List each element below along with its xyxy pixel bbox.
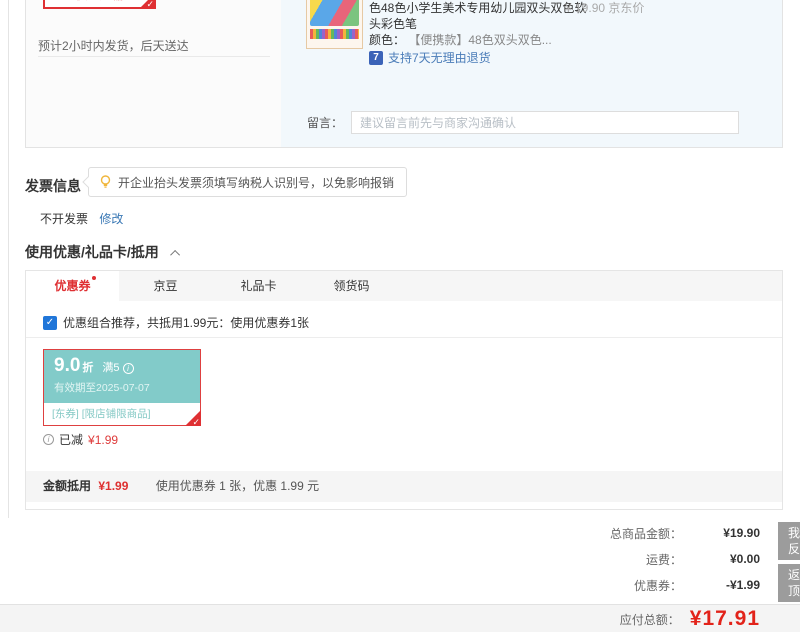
tab-pickup-code[interactable]: 领货码	[305, 271, 398, 301]
checkmark-icon: ✓	[146, 0, 154, 9]
tab-jingdou-label: 京豆	[153, 279, 178, 293]
summary-value: ¥1.99	[98, 479, 129, 493]
invoice-section-title: 发票信息	[25, 178, 81, 194]
tab-coupon[interactable]: 优惠券	[26, 271, 119, 301]
product-image-pens	[310, 29, 359, 39]
product-image[interactable]	[306, 0, 363, 49]
divider	[38, 56, 270, 57]
price-original: ¥ 19.90 京东价	[565, 1, 645, 15]
service-row: 7 支持7天无理由退货	[369, 49, 491, 66]
coupon-discount: 9.0	[54, 355, 81, 376]
coupon-card[interactable]: 9.0 折 满5 i 有效期至2025-07-07 [东券] [限店铺限商品] …	[43, 349, 201, 427]
total-row-coupon: 优惠券： -¥1.99	[460, 572, 760, 598]
shipping-column: 快递运输 ✓ 预计2小时内发货，后天送达	[26, 0, 281, 147]
tab-coupon-label: 优惠券	[54, 279, 91, 293]
total-value: ¥19.90	[723, 526, 760, 540]
collapse-icon[interactable]	[169, 249, 180, 260]
color-value: 【便携款】48色双头双色...	[408, 33, 552, 47]
reduced-value: ¥1.99	[88, 432, 119, 447]
total-row-freight: 运费： ¥0.00	[460, 546, 760, 572]
message-row: 留言：	[307, 111, 740, 134]
back-to-top-label: 返回顶部	[788, 568, 800, 598]
coupon-section-title: 使用优惠/礼品卡/抵用	[25, 242, 180, 262]
service-text: 支持7天无理由退货	[388, 51, 491, 65]
coupon-condition: 满5	[102, 362, 120, 374]
feedback-button[interactable]: 我要反馈	[778, 522, 800, 560]
summary-detail: 使用优惠券 1 张，优惠 1.99 元	[155, 479, 320, 493]
price-block: ¥ 17.91 到手价 ¥ 19.90 京东价	[565, 0, 675, 16]
delivery-estimate: 预计2小时内发货，后天送达	[38, 39, 189, 53]
info-icon[interactable]: i	[43, 434, 54, 445]
coupon-tags: [东券] [限店铺限商品]	[44, 403, 200, 425]
coupon-tabbar: 优惠券 京豆 礼品卡 领货码	[26, 271, 782, 301]
product-image-art	[310, 0, 359, 26]
total-label: 运费：	[645, 552, 682, 567]
coupon-discount-unit: 折	[82, 362, 94, 374]
message-input[interactable]	[351, 111, 740, 134]
product-column: 真彩儿童水彩笔马克笔可水洗不褪色可叠色48色小学生美术专用幼儿园双头双色软头彩色…	[281, 0, 782, 147]
total-value: ¥0.00	[729, 552, 760, 566]
coupon-card-top: 9.0 折 满5 i 有效期至2025-07-07	[44, 350, 200, 403]
payable-label: 应付总额：	[619, 612, 680, 627]
divider	[26, 337, 782, 338]
lightbulb-icon	[100, 175, 111, 188]
back-to-top-button[interactable]: 返回顶部	[778, 564, 800, 602]
coupon-discount-row: 9.0 折 满5 i	[54, 355, 190, 377]
reduced-label: 已减	[59, 433, 84, 447]
invoice-row: 不开发票 修改	[40, 210, 123, 227]
total-row-goods: 总商品金额： ¥19.90	[460, 520, 760, 546]
reduced-row: i 已减 ¥1.99	[43, 431, 118, 448]
color-row: 颜色： 【便携款】48色双头双色...	[369, 31, 552, 48]
shipping-method-button[interactable]: 快递运输 ✓	[43, 0, 156, 9]
coupon-validity: 有效期至2025-07-07	[54, 382, 150, 394]
coupon-section-title-text: 使用优惠/礼品卡/抵用	[25, 244, 159, 260]
tab-giftcard[interactable]: 礼品卡	[212, 271, 305, 301]
payable-value: ¥17.91	[689, 607, 760, 630]
summary-label: 金额抵用	[43, 479, 92, 493]
combo-label: 优惠组合推荐，共抵用1.99元：使用优惠券1张	[63, 316, 310, 330]
shipping-method-label: 快递运输	[75, 0, 123, 2]
tab-pickup-code-label: 领货码	[333, 279, 370, 293]
coupon-panel: 优惠券 京豆 礼品卡 领货码 ✓ 优惠组合推荐，共抵用1.99元：使用优惠券1张…	[25, 270, 783, 510]
invoice-tip-bubble: 开企业抬头发票须填写纳税人识别号，以免影响报销	[82, 167, 408, 197]
total-label: 优惠券：	[633, 578, 682, 593]
invoice-current: 不开发票	[40, 212, 89, 226]
order-detail-panel: 快递运输 ✓ 预计2小时内发货，后天送达 真彩儿童水彩笔马克笔可水洗不褪色可叠色…	[25, 0, 783, 148]
info-icon[interactable]: i	[122, 363, 134, 374]
product-title[interactable]: 真彩儿童水彩笔马克笔可水洗不褪色可叠色48色小学生美术专用幼儿园双头双色软头彩色…	[369, 0, 587, 32]
checkmark-icon: ✓	[192, 417, 200, 427]
combo-checkbox[interactable]: ✓	[43, 315, 57, 330]
payable-bar: 应付总额： ¥17.91	[0, 604, 800, 632]
total-label: 总商品金额：	[609, 526, 682, 541]
page-left-border	[8, 0, 9, 518]
totals-block: 总商品金额： ¥19.90 运费： ¥0.00 优惠券： -¥1.99	[460, 520, 760, 598]
total-value: -¥1.99	[725, 578, 760, 592]
color-label: 颜色：	[369, 33, 406, 47]
invoice-tip-text: 开企业抬头发票须填写纳税人识别号，以免影响报销	[118, 175, 395, 190]
bubble-arrow	[82, 176, 94, 188]
feedback-button-label: 我要反馈	[788, 526, 800, 556]
coupon-summary-bar: 金额抵用 ¥1.99 使用优惠券 1 张，优惠 1.99 元	[26, 471, 782, 502]
payable-inner: 应付总额： ¥17.91	[620, 605, 760, 632]
invoice-edit-link[interactable]: 修改	[99, 212, 123, 226]
tab-giftcard-label: 礼品卡	[240, 279, 277, 293]
seven-day-return-icon: 7	[369, 50, 383, 65]
tab-badge-dot	[91, 276, 96, 280]
checkout-page: 快递运输 ✓ 预计2小时内发货，后天送达 真彩儿童水彩笔马克笔可水洗不褪色可叠色…	[0, 0, 800, 632]
message-label: 留言：	[307, 116, 344, 130]
tab-jingdou[interactable]: 京豆	[119, 271, 212, 301]
combo-recommend-row: ✓ 优惠组合推荐，共抵用1.99元：使用优惠券1张	[43, 314, 309, 331]
